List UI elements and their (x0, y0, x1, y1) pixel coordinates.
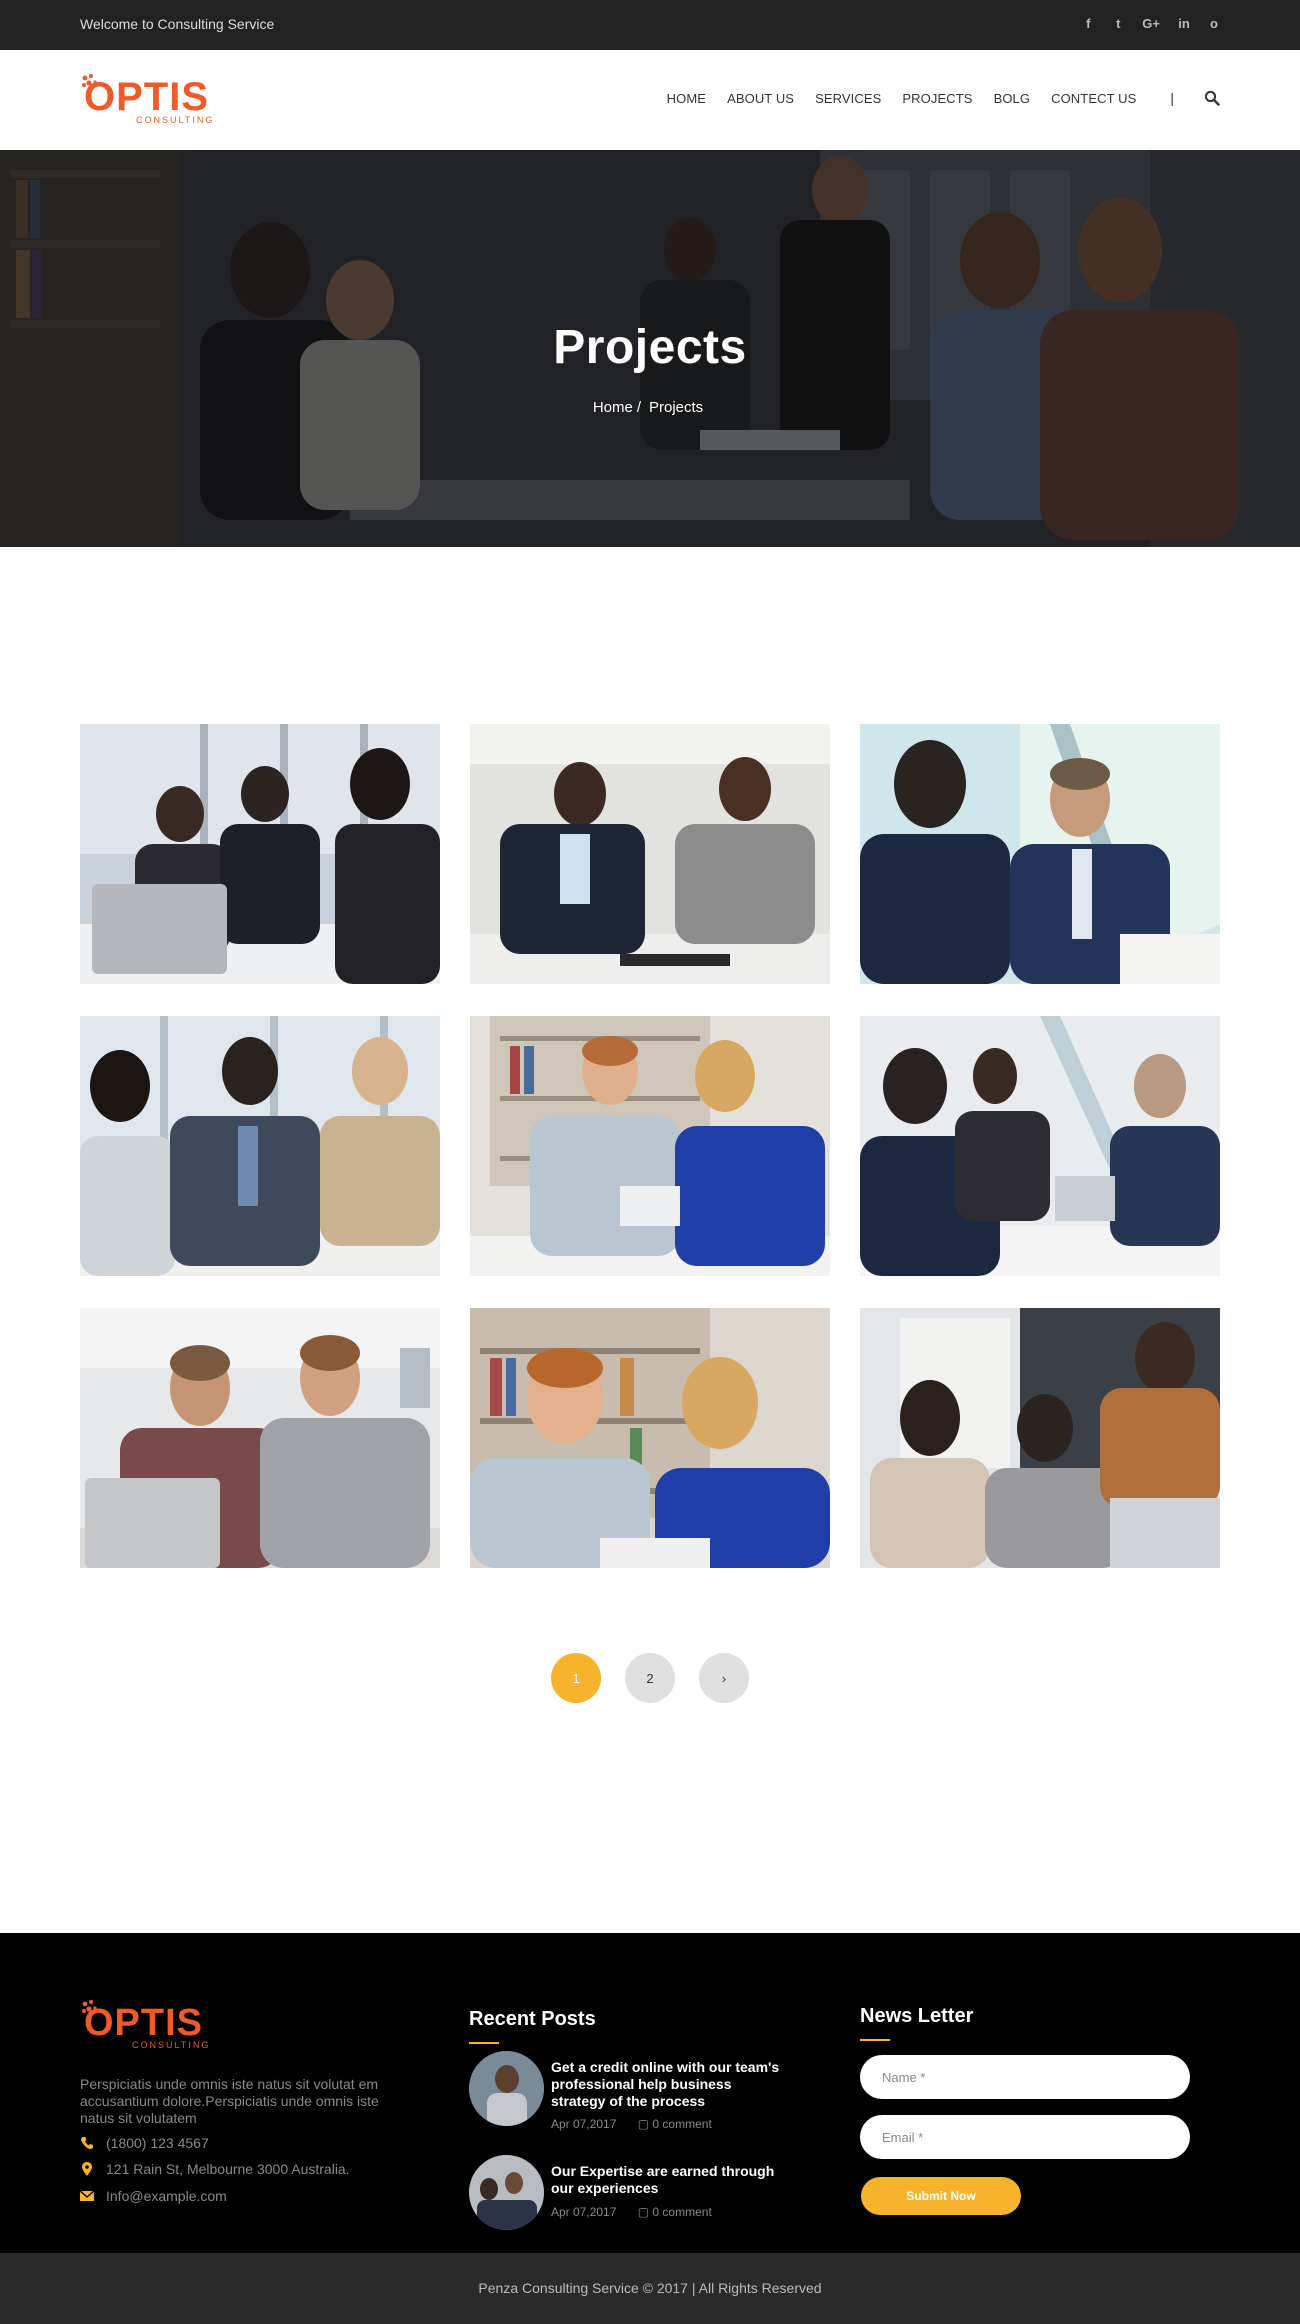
project-item[interactable] (470, 1016, 830, 1276)
project-item[interactable] (860, 724, 1220, 984)
newsletter-title: News Letter (860, 2005, 974, 2041)
submit-now-button[interactable]: Submit Now (861, 2177, 1021, 2215)
copyright-bar: Penza Consulting Service © 2017 | All Ri… (0, 2253, 1300, 2324)
email-link[interactable]: Info@example.com (106, 2188, 227, 2204)
logo-tagline: CONSULTING (136, 115, 214, 125)
project-item[interactable] (860, 1308, 1220, 1568)
page-banner: Projects Home / Projects (0, 150, 1300, 547)
address-text: 121 Rain St, Melbourne 3000 Australia. (106, 2161, 350, 2177)
post-thumbnail (469, 2155, 544, 2230)
project-photo (80, 724, 440, 984)
nav-projects[interactable]: PROJECTS (902, 91, 972, 106)
project-photo (470, 1308, 830, 1568)
location-icon (82, 2162, 92, 2176)
nav-about-us[interactable]: ABOUT US (727, 91, 794, 106)
project-photo (860, 1016, 1220, 1276)
top-bar: Welcome to Consulting Service f t G+ in … (0, 0, 1300, 50)
search-icon[interactable] (1204, 90, 1220, 106)
post-comments: 0 comment (652, 2117, 712, 2131)
facebook-icon[interactable]: f (1082, 16, 1094, 31)
nav-contact-us[interactable]: CONTECT US (1051, 91, 1136, 106)
project-item[interactable] (470, 724, 830, 984)
breadcrumb: Home / Projects (0, 399, 1300, 416)
linkedin-icon[interactable]: in (1178, 16, 1190, 31)
newsletter-name-input[interactable]: Name * (860, 2055, 1190, 2099)
project-item[interactable] (470, 1308, 830, 1568)
breadcrumb-current: Projects (649, 399, 704, 416)
project-photo (860, 1308, 1220, 1568)
project-photo (80, 1016, 440, 1276)
recent-post[interactable]: Get a credit online with our team's prof… (469, 2051, 789, 2131)
nav-home[interactable]: HOME (667, 91, 706, 106)
nav-blog[interactable]: BOLG (994, 91, 1031, 106)
post-date: Apr 07,2017 (551, 2117, 617, 2131)
comment-icon: ▢ (637, 2205, 650, 2219)
footer-phone: (1800) 123 4567 (80, 2135, 209, 2151)
page-1-button[interactable]: 1 (551, 1653, 601, 1703)
nav-separator: | (1170, 90, 1174, 106)
breadcrumb-separator: / (636, 399, 641, 416)
post-thumbnail (469, 2051, 544, 2126)
project-item[interactable] (860, 1016, 1220, 1276)
twitter-icon[interactable]: t (1112, 16, 1124, 31)
logo-wordmark: OPTIS (84, 75, 209, 119)
post-date: Apr 07,2017 (551, 2205, 617, 2219)
newsletter-email-input[interactable]: Email * (860, 2115, 1190, 2159)
footer-email: Info@example.com (80, 2188, 227, 2204)
footer-address: 121 Rain St, Melbourne 3000 Australia. (80, 2161, 350, 2177)
breadcrumb-home[interactable]: Home (593, 399, 633, 416)
post-title[interactable]: Our Expertise are earned through our exp… (551, 2163, 781, 2197)
site-footer: OPTIS CONSULTING Perspiciatis unde omnis… (0, 1933, 1300, 2253)
footer-logo-wordmark: OPTIS (84, 2002, 203, 2044)
recent-post[interactable]: Our Expertise are earned through our exp… (469, 2155, 789, 2235)
post-meta: Apr 07,2017 ▢ 0 comment (551, 2117, 712, 2131)
project-photo (80, 1308, 440, 1568)
phone-icon (81, 2137, 93, 2149)
google-plus-icon[interactable]: G+ (1142, 16, 1160, 31)
phone-number: (1800) 123 4567 (106, 2135, 209, 2151)
optis-logo[interactable]: OPTIS CONSULTING (80, 72, 240, 130)
page-2-button[interactable]: 2 (625, 1653, 675, 1703)
recent-posts-title: Recent Posts (469, 2008, 596, 2044)
instagram-icon[interactable]: o (1208, 16, 1220, 31)
project-photo (470, 1016, 830, 1276)
footer-about-text: Perspiciatis unde omnis iste natus sit v… (80, 2076, 379, 2126)
post-comments: 0 comment (652, 2205, 712, 2219)
page-title: Projects (553, 321, 747, 374)
main-nav: HOME ABOUT US SERVICES PROJECTS BOLG CON… (646, 90, 1220, 106)
footer-logo-tagline: CONSULTING (132, 2040, 210, 2050)
site-header: OPTIS CONSULTING HOME ABOUT US SERVICES … (0, 50, 1300, 150)
post-title[interactable]: Get a credit online with our team's prof… (551, 2059, 781, 2110)
next-page-button[interactable]: › (699, 1653, 749, 1703)
project-photo (860, 724, 1220, 984)
welcome-text: Welcome to Consulting Service (80, 16, 275, 32)
project-photo (470, 724, 830, 984)
pagination: 1 2 › (0, 1653, 1300, 1703)
project-item[interactable] (80, 1016, 440, 1276)
envelope-icon (80, 2190, 94, 2201)
comment-icon: ▢ (637, 2117, 650, 2131)
footer-logo[interactable]: OPTIS CONSULTING (80, 1998, 230, 2054)
social-links: f t G+ in o (1082, 16, 1220, 31)
project-item[interactable] (80, 1308, 440, 1568)
post-meta: Apr 07,2017 ▢ 0 comment (551, 2205, 712, 2219)
nav-services[interactable]: SERVICES (815, 91, 881, 106)
project-item[interactable] (80, 724, 440, 984)
